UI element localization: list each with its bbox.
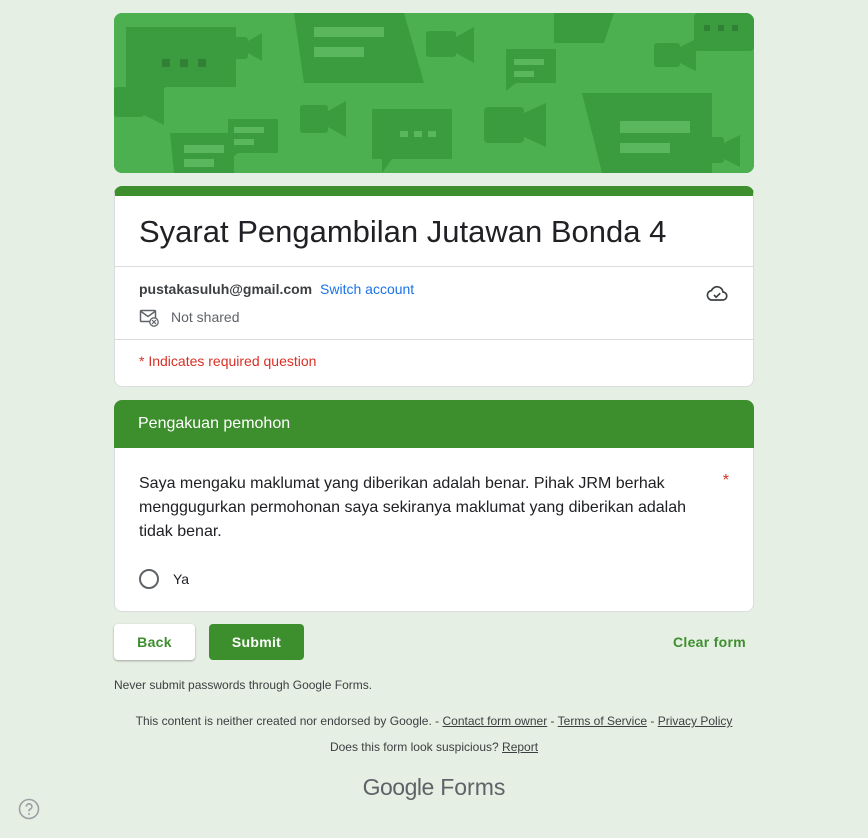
google-forms-logo[interactable]: Google Forms [114,774,754,801]
section-header: Pengakuan pemohon [114,400,754,448]
clear-form-button[interactable]: Clear form [673,624,746,660]
banner-pattern [114,13,754,173]
question-text: Saya mengaku maklumat yang diberikan ada… [139,475,686,540]
radio-button[interactable] [139,569,159,589]
question-card: Saya mengaku maklumat yang diberikan ada… [114,448,754,612]
footer: This content is neither created nor endo… [114,708,754,760]
terms-link[interactable]: Terms of Service [558,714,647,728]
share-status-text: Not shared [171,309,240,325]
suspicious-line: Does this form look suspicious? Report [114,734,754,760]
form-title: Syarat Pengambilan Jutawan Bonda 4 [139,214,667,249]
submit-button[interactable]: Submit [209,624,304,660]
report-link[interactable]: Report [502,740,538,754]
share-status: Not shared [139,307,729,327]
password-note: Never submit passwords through Google Fo… [114,678,373,692]
help-icon[interactable] [18,798,40,820]
form-container: Syarat Pengambilan Jutawan Bonda 4 pusta… [114,13,754,801]
privacy-link[interactable]: Privacy Policy [658,714,733,728]
disclaimer-text: This content is neither created nor endo… [135,714,432,728]
account-email: pustakasuluh@gmail.com [139,281,313,297]
mail-icon [139,309,159,327]
brand-forms: Forms [440,774,506,800]
option-label: Ya [173,571,190,587]
title-card: Syarat Pengambilan Jutawan Bonda 4 pusta… [114,186,754,387]
header-banner [114,13,754,173]
brand-google: Google [362,774,435,800]
back-button[interactable]: Back [114,624,195,660]
option-ya[interactable]: Ya [139,569,729,589]
required-note: * Indicates required question [115,339,753,386]
button-row: Back Submit Clear form [114,624,754,660]
account-row: pustakasuluh@gmail.com Switch account No… [115,266,753,339]
account-line: pustakasuluh@gmail.com Switch account [139,279,729,299]
suspicious-text: Does this form look suspicious? [329,740,499,754]
disclaimer-line: This content is neither created nor endo… [135,714,733,728]
required-marker: * [722,472,729,489]
cloud-check-icon [706,285,728,301]
switch-account-link[interactable]: Switch account [320,281,414,297]
contact-owner-link[interactable]: Contact form owner [442,714,547,728]
